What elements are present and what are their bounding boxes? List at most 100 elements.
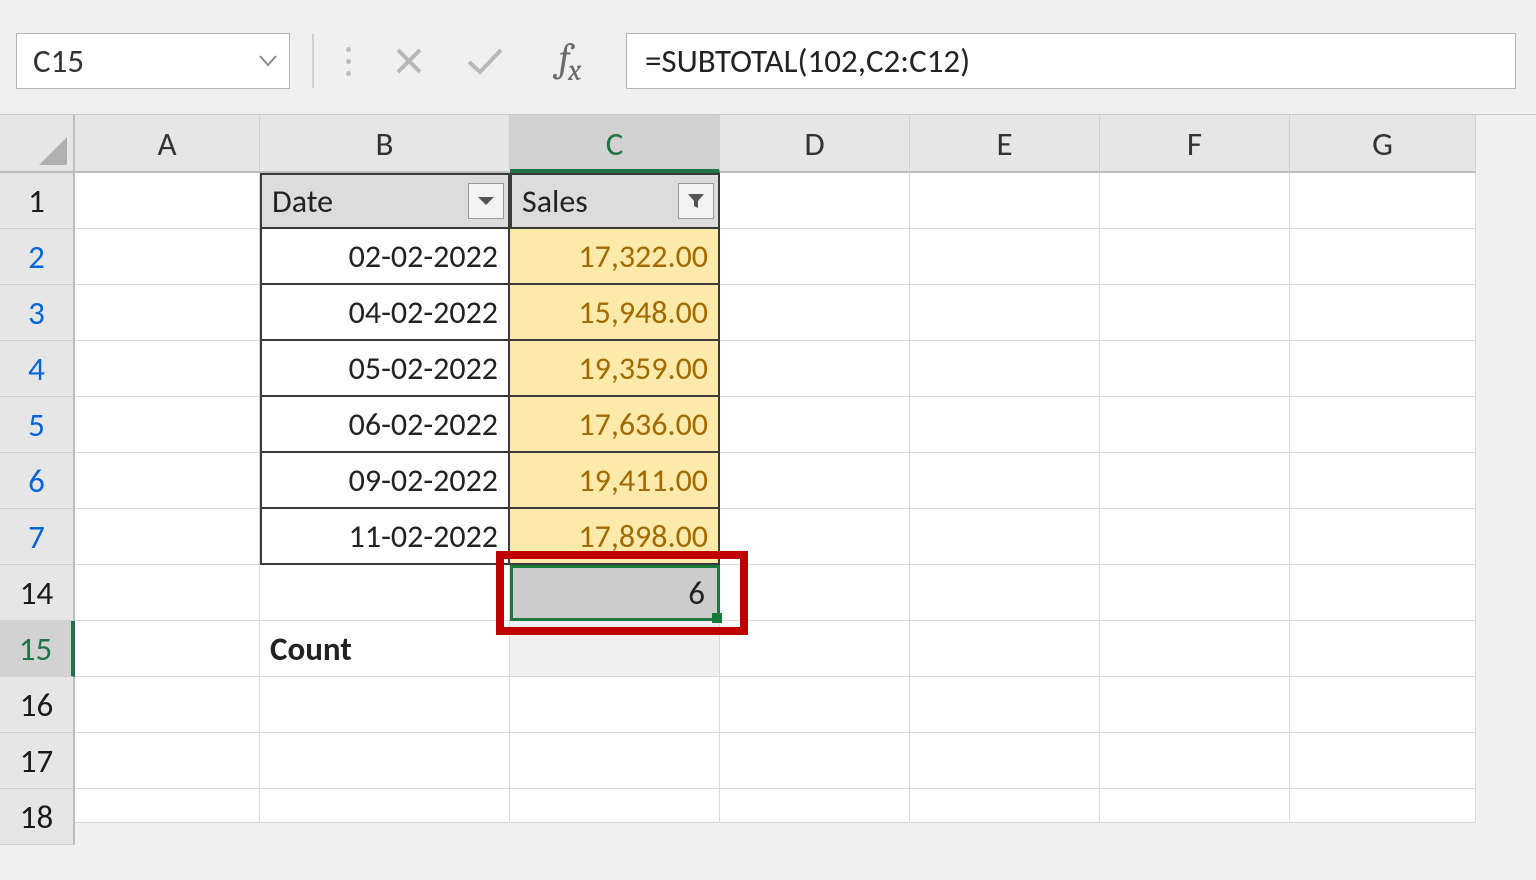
cell-B6-date[interactable]: 09-02-2022 <box>260 453 510 509</box>
col-header-E[interactable]: E <box>910 115 1100 173</box>
cell-F4[interactable] <box>1100 341 1290 397</box>
cell-B16[interactable] <box>260 677 510 733</box>
row-header-15[interactable]: 15 <box>0 621 75 677</box>
cell-B4-date[interactable]: 05-02-2022 <box>260 341 510 397</box>
cell-G2[interactable] <box>1290 229 1476 285</box>
cell-G5[interactable] <box>1290 397 1476 453</box>
cell-A16[interactable] <box>75 677 260 733</box>
cancel-formula-icon[interactable] <box>382 34 436 88</box>
cell-E17[interactable] <box>910 733 1100 789</box>
col-header-G[interactable]: G <box>1290 115 1476 173</box>
col-header-D[interactable]: D <box>720 115 910 173</box>
row-header-18[interactable]: 18 <box>0 789 75 845</box>
row-header-16[interactable]: 16 <box>0 677 75 733</box>
cell-D5[interactable] <box>720 397 910 453</box>
cell-B7-date[interactable]: 11-02-2022 <box>260 509 510 565</box>
cell-F17[interactable] <box>1100 733 1290 789</box>
cell-D3[interactable] <box>720 285 910 341</box>
name-box-dropdown-icon[interactable] <box>259 55 277 67</box>
cell-C16[interactable] <box>510 677 720 733</box>
cell-B1-date-header[interactable]: Date <box>260 173 510 229</box>
cell-E4[interactable] <box>910 341 1100 397</box>
cell-D14[interactable] <box>720 565 910 621</box>
cell-C2-sales[interactable]: 17,322.00 <box>510 229 720 285</box>
cell-A14[interactable] <box>75 565 260 621</box>
cell-A6[interactable] <box>75 453 260 509</box>
drag-handle-icon[interactable] <box>336 34 360 88</box>
cell-B3-date[interactable]: 04-02-2022 <box>260 285 510 341</box>
cell-F15[interactable] <box>1100 621 1290 677</box>
name-box[interactable]: C15 <box>16 33 290 89</box>
row-header-2[interactable]: 2 <box>0 229 75 285</box>
cell-E15[interactable] <box>910 621 1100 677</box>
row-header-4[interactable]: 4 <box>0 341 75 397</box>
col-header-C[interactable]: C <box>510 115 720 173</box>
cell-E16[interactable] <box>910 677 1100 733</box>
formula-input[interactable]: =SUBTOTAL(102,C2:C12) <box>626 33 1516 89</box>
cell-A5[interactable] <box>75 397 260 453</box>
cell-B18[interactable] <box>260 789 510 823</box>
col-header-F[interactable]: F <box>1100 115 1290 173</box>
cell-G14[interactable] <box>1290 565 1476 621</box>
cell-G7[interactable] <box>1290 509 1476 565</box>
row-header-3[interactable]: 3 <box>0 285 75 341</box>
cell-A7[interactable] <box>75 509 260 565</box>
cell-E6[interactable] <box>910 453 1100 509</box>
cell-G18[interactable] <box>1290 789 1476 823</box>
cell-A4[interactable] <box>75 341 260 397</box>
active-cell-C15[interactable]: 6 <box>510 565 720 621</box>
cell-A1[interactable] <box>75 173 260 229</box>
cell-A18[interactable] <box>75 789 260 823</box>
cell-G15[interactable] <box>1290 621 1476 677</box>
cell-E5[interactable] <box>910 397 1100 453</box>
cell-B5-date[interactable]: 06-02-2022 <box>260 397 510 453</box>
cell-A2[interactable] <box>75 229 260 285</box>
insert-function-button[interactable]: fx <box>534 34 604 88</box>
cell-G17[interactable] <box>1290 733 1476 789</box>
cell-B17[interactable] <box>260 733 510 789</box>
cell-E14[interactable] <box>910 565 1100 621</box>
row-header-6[interactable]: 6 <box>0 453 75 509</box>
cell-F14[interactable] <box>1100 565 1290 621</box>
cell-A15[interactable] <box>75 621 260 677</box>
cell-E3[interactable] <box>910 285 1100 341</box>
cell-A3[interactable] <box>75 285 260 341</box>
cell-C4-sales[interactable]: 19,359.00 <box>510 341 720 397</box>
cell-B2-date[interactable]: 02-02-2022 <box>260 229 510 285</box>
col-header-B[interactable]: B <box>260 115 510 173</box>
cell-C6-sales[interactable]: 19,411.00 <box>510 453 720 509</box>
row-header-7[interactable]: 7 <box>0 509 75 565</box>
cell-B14[interactable] <box>260 565 510 621</box>
cell-B15-count-label[interactable]: Count <box>260 621 510 677</box>
filter-active-icon[interactable] <box>678 183 714 219</box>
cell-D7[interactable] <box>720 509 910 565</box>
col-header-A[interactable]: A <box>75 115 260 173</box>
cell-C18[interactable] <box>510 789 720 823</box>
cell-C17[interactable] <box>510 733 720 789</box>
cell-G4[interactable] <box>1290 341 1476 397</box>
cell-F5[interactable] <box>1100 397 1290 453</box>
cell-F3[interactable] <box>1100 285 1290 341</box>
cell-F18[interactable] <box>1100 789 1290 823</box>
cell-F1[interactable] <box>1100 173 1290 229</box>
cell-D18[interactable] <box>720 789 910 823</box>
cell-E1[interactable] <box>910 173 1100 229</box>
cell-D2[interactable] <box>720 229 910 285</box>
cell-D15[interactable] <box>720 621 910 677</box>
cell-G16[interactable] <box>1290 677 1476 733</box>
cell-G1[interactable] <box>1290 173 1476 229</box>
enter-formula-icon[interactable] <box>458 34 512 88</box>
row-header-5[interactable]: 5 <box>0 397 75 453</box>
cell-F2[interactable] <box>1100 229 1290 285</box>
row-header-14[interactable]: 14 <box>0 565 75 621</box>
cell-D4[interactable] <box>720 341 910 397</box>
cell-D17[interactable] <box>720 733 910 789</box>
cell-E7[interactable] <box>910 509 1100 565</box>
cell-C5-sales[interactable]: 17,636.00 <box>510 397 720 453</box>
cell-E18[interactable] <box>910 789 1100 823</box>
cell-D6[interactable] <box>720 453 910 509</box>
filter-dropdown-icon[interactable] <box>468 183 504 219</box>
cell-F16[interactable] <box>1100 677 1290 733</box>
cell-C3-sales[interactable]: 15,948.00 <box>510 285 720 341</box>
cell-A17[interactable] <box>75 733 260 789</box>
